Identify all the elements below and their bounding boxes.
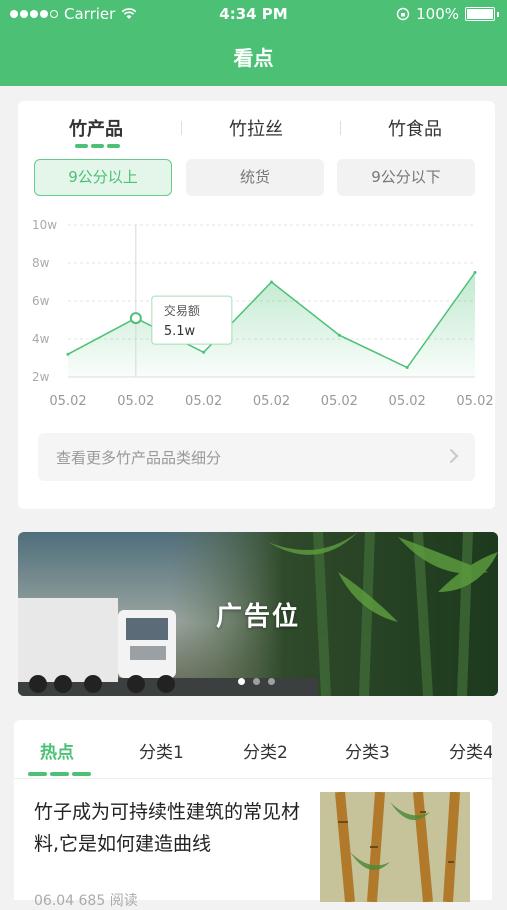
article-title: 竹子成为可持续性建筑的常见材料,它是如何建造曲线 — [34, 801, 301, 855]
orientation-lock-icon — [396, 7, 410, 21]
x-tick-label: 05.02 — [321, 394, 358, 409]
page-title: 看点 — [233, 46, 274, 70]
y-tick-label: 8w — [32, 256, 50, 270]
trade-volume-chart: 2w 4w 6w 8w 10w 05.02 05.02 05.02 05.02 05.02 05.0… — [18, 211, 495, 416]
tab-hot[interactable]: 热点 — [40, 738, 74, 763]
x-tick-label: 05.02 — [185, 394, 222, 409]
tab-category-1[interactable]: 分类1 — [139, 738, 184, 763]
battery-icon — [465, 7, 495, 21]
article-thumbnail — [320, 792, 470, 902]
product-tabs: 竹产品 竹拉丝 竹食品 — [18, 115, 495, 155]
header-bar: Carrier 4:34 PM 100% 看点 — [0, 0, 507, 86]
tooltip-label: 交易额 — [164, 303, 200, 318]
divider — [14, 778, 492, 779]
x-tick-label: 05.02 — [389, 394, 426, 409]
y-tick-label: 6w — [32, 294, 50, 308]
more-categories-link[interactable]: 查看更多竹产品品类细分 — [38, 433, 475, 481]
filter-above-9cm[interactable]: 9公分以上 — [34, 159, 172, 196]
data-point — [405, 366, 409, 369]
battery-percent: 100% — [416, 5, 459, 23]
pager-dot[interactable] — [238, 678, 245, 685]
highlight-marker — [129, 312, 142, 325]
article-meta: 06.04 685 阅读 — [34, 893, 138, 909]
data-point — [473, 271, 477, 274]
news-card: 热点 分类1 分类2 分类3 分类4 竹子成为可持续性建筑的常见材料,它是如何建… — [14, 720, 492, 909]
chart-svg: 2w 4w 6w 8w 10w 05.02 05.02 05.02 05.02 05.02 05.0… — [32, 218, 494, 409]
pager-dot[interactable] — [253, 678, 260, 685]
tab-bamboo-food[interactable]: 竹食品 — [355, 115, 475, 141]
x-tick-label: 05.02 — [49, 394, 86, 409]
size-filter-group: 9公分以上 统货 9公分以下 — [34, 159, 478, 197]
series-area — [68, 272, 475, 377]
x-tick-label: 05.02 — [456, 394, 493, 409]
status-right: 100% — [396, 5, 499, 23]
filter-ungraded[interactable]: 统货 — [186, 159, 324, 196]
article-item[interactable]: 竹子成为可持续性建筑的常见材料,它是如何建造曲线 06.04 685 阅读 — [14, 790, 492, 909]
filter-below-9cm[interactable]: 9公分以下 — [337, 159, 475, 196]
tab-separator — [181, 121, 182, 135]
x-tick-label: 05.02 — [117, 394, 154, 409]
data-point — [66, 352, 70, 356]
market-card: 竹产品 竹拉丝 竹食品 9公分以上 统货 9公分以下 2w 4w 6w 8w 10w 05… — [18, 101, 495, 509]
battery-cap — [497, 11, 499, 17]
data-point — [337, 333, 341, 337]
tab-bamboo-products[interactable]: 竹产品 — [36, 115, 156, 141]
active-category-indicator — [28, 772, 91, 776]
chevron-right-icon — [450, 449, 459, 463]
tab-separator — [340, 121, 341, 135]
more-categories-label: 查看更多竹产品品类细分 — [56, 449, 222, 467]
data-point — [202, 350, 206, 354]
y-tick-label: 2w — [32, 370, 50, 384]
pager-dot[interactable] — [268, 678, 275, 685]
tab-category-3[interactable]: 分类3 — [345, 738, 390, 763]
banner-title: 广告位 — [215, 602, 300, 632]
tooltip-value: 5.1w — [164, 324, 196, 339]
banner-pager — [238, 678, 275, 685]
y-tick-label: 10w — [32, 218, 57, 232]
active-tab-indicator — [75, 144, 120, 148]
tab-category-2[interactable]: 分类2 — [243, 738, 288, 763]
tab-bamboo-wire[interactable]: 竹拉丝 — [196, 115, 316, 141]
tab-category-4[interactable]: 分类4 — [449, 738, 492, 763]
data-point — [270, 280, 273, 284]
ad-banner[interactable]: 广告位 — [18, 532, 498, 696]
x-tick-label: 05.02 — [253, 394, 290, 409]
y-tick-label: 4w — [32, 332, 50, 346]
status-bar: Carrier 4:34 PM 100% — [0, 0, 507, 28]
